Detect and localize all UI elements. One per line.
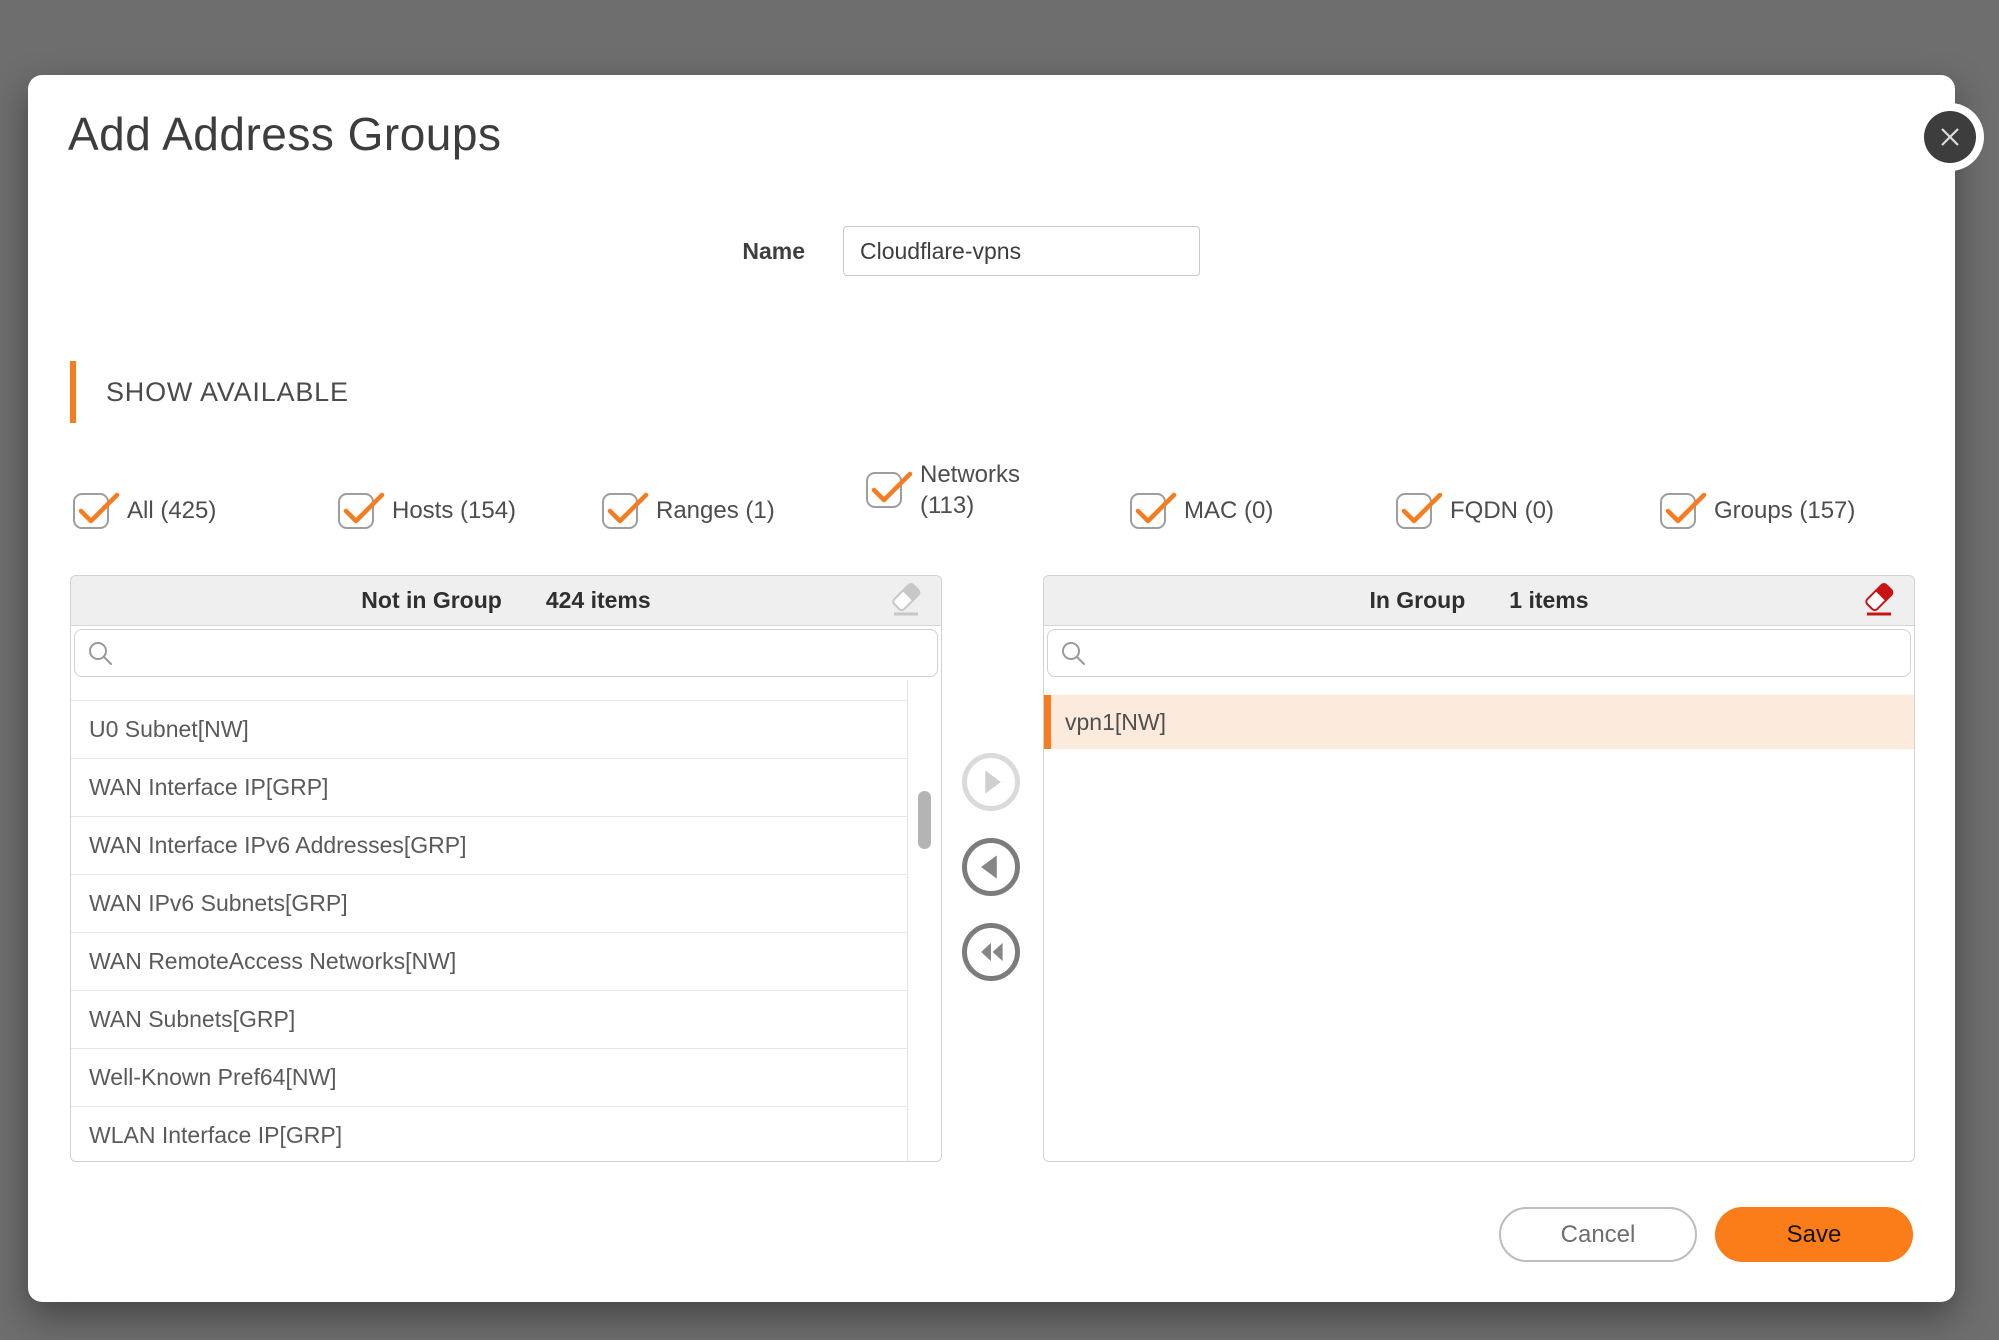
clear-selection-icon[interactable] <box>887 581 925 619</box>
in-group-header: In Group 1 items <box>1044 576 1914 626</box>
filter-checkbox-item[interactable]: Networks (113) <box>866 459 1054 521</box>
move-all-left-button[interactable] <box>962 923 1020 981</box>
arrow-left-icon <box>981 855 997 879</box>
check-icon <box>1665 492 1707 524</box>
close-icon <box>1924 111 1976 163</box>
list-item[interactable]: WAN Interface IP[GRP] <box>71 759 907 817</box>
show-available-section: SHOW AVAILABLE <box>70 361 349 423</box>
panel-title: Not in Group <box>361 587 502 613</box>
filter-label: All (425) <box>127 497 217 524</box>
not-in-group-panel: Not in Group 424 items U0 Subnet[NW] WAN… <box>70 575 942 1162</box>
panel-title: In Group <box>1369 587 1466 613</box>
checkbox-checked[interactable] <box>602 492 649 529</box>
cancel-button[interactable]: Cancel <box>1499 1207 1697 1262</box>
filter-checkbox-item[interactable]: MAC (0) <box>1130 492 1274 529</box>
list-item[interactable]: WAN Subnets[GRP] <box>71 991 907 1049</box>
name-label: Name <box>742 237 805 264</box>
filter-checkbox-item[interactable]: FQDN (0) <box>1396 492 1554 529</box>
add-address-groups-dialog: Add Address Groups Name SHOW AVAILABLE A… <box>28 75 1984 1302</box>
clear-all-icon[interactable] <box>1860 581 1898 619</box>
save-button[interactable]: Save <box>1715 1207 1913 1262</box>
check-icon <box>1401 492 1443 524</box>
filter-checkbox-item[interactable]: All (425) <box>73 492 217 529</box>
filter-checkbox-item[interactable]: Hosts (154) <box>338 492 517 529</box>
in-group-list: vpn1[NW] <box>1044 680 1914 1161</box>
not-in-group-header: Not in Group 424 items <box>71 576 941 626</box>
checkbox-checked[interactable] <box>1660 492 1707 529</box>
filter-label: Ranges (1) <box>656 497 775 524</box>
scrollbar-thumb[interactable] <box>918 791 931 849</box>
filter-checkbox-item[interactable]: Groups (157) <box>1660 492 1856 529</box>
scrollbar-track[interactable] <box>907 680 941 1161</box>
in-group-search-input[interactable] <box>1047 629 1911 677</box>
check-icon <box>78 492 120 524</box>
filter-label: Groups (157) <box>1714 497 1856 524</box>
name-field-row: Name <box>518 226 1200 276</box>
list-item[interactable]: WLAN Interface IP[GRP] <box>71 1107 907 1161</box>
panel-count: 424 items <box>545 587 651 613</box>
list-item[interactable]: U0 Subnet[NW] <box>71 701 907 759</box>
close-button[interactable] <box>1916 103 1984 171</box>
checkbox-checked[interactable] <box>1396 492 1443 529</box>
list-item[interactable]: WAN IPv6 Subnets[GRP] <box>71 875 907 933</box>
check-icon <box>871 471 913 503</box>
section-title: SHOW AVAILABLE <box>106 376 349 407</box>
check-icon <box>1135 492 1177 524</box>
transfer-buttons <box>962 753 1020 981</box>
check-icon <box>343 492 385 524</box>
move-right-button[interactable] <box>962 753 1020 811</box>
move-left-button[interactable] <box>962 838 1020 896</box>
checkbox-checked[interactable] <box>338 492 385 529</box>
list-item[interactable]: WAN Interface IPv6 Addresses[GRP] <box>71 817 907 875</box>
filter-label: Networks (113) <box>920 461 1021 519</box>
double-arrow-left-icon <box>981 942 1003 962</box>
section-accent-bar <box>70 361 76 423</box>
name-input[interactable] <box>843 226 1200 276</box>
not-in-group-list: U0 Subnet[NW] WAN Interface IP[GRP] WAN In… <box>71 680 941 1161</box>
filter-checkbox-item[interactable]: Ranges (1) <box>602 492 775 529</box>
filter-label: FQDN (0) <box>1450 497 1554 524</box>
checkbox-checked[interactable] <box>73 492 120 529</box>
checkbox-checked[interactable] <box>1130 492 1177 529</box>
arrow-right-icon <box>985 770 1001 794</box>
list-item[interactable]: WAN RemoteAccess Networks[NW] <box>71 933 907 991</box>
selected-list-item[interactable]: vpn1[NW] <box>1044 695 1914 749</box>
not-in-group-search-input[interactable] <box>74 629 938 677</box>
filter-label: Hosts (154) <box>392 497 517 524</box>
in-group-search <box>1044 626 1914 680</box>
in-group-panel: In Group 1 items vpn1[NW] <box>1043 575 1915 1162</box>
panel-count: 1 items <box>1509 587 1589 613</box>
filter-label: MAC (0) <box>1184 497 1274 524</box>
not-in-group-search <box>71 626 941 680</box>
partial-list-item <box>71 688 907 701</box>
list-item[interactable]: Well-Known Pref64[NW] <box>71 1049 907 1107</box>
checkbox-checked[interactable] <box>866 471 913 508</box>
check-icon <box>607 492 649 524</box>
dialog-title: Add Address Groups <box>68 108 502 160</box>
